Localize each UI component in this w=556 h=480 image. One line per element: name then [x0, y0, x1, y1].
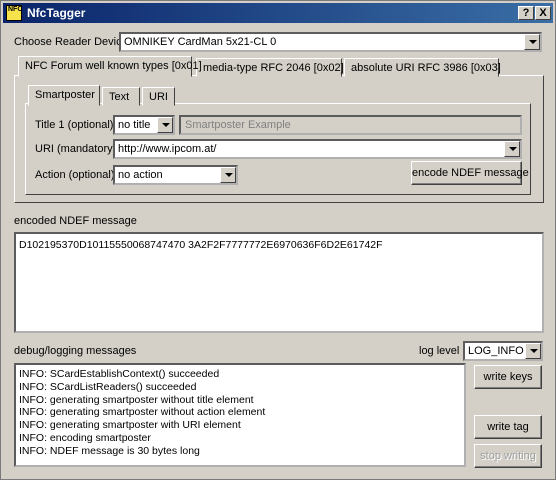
write-tag-button[interactable]: write tag [474, 415, 542, 439]
tab-label: Smartposter [35, 89, 95, 101]
log-line: INFO: encoding smartposter [19, 431, 151, 444]
tab-label: Text [109, 91, 130, 103]
tab-media-type[interactable]: media-type RFC 2046 [0x02] [196, 58, 344, 77]
chevron-down-icon[interactable] [524, 34, 540, 50]
encoded-label: encoded NDEF message [14, 215, 137, 227]
write-keys-button[interactable]: write keys [474, 365, 542, 389]
encoded-message-box[interactable]: D102195370D10115550068747470 3A2F2F77777… [14, 232, 544, 333]
title-placeholder: Smartposter Example [185, 119, 291, 131]
uri-value: http://www.ipcom.at/ [118, 143, 217, 155]
tab-label: NFC Forum well known types [0x01] [25, 60, 202, 72]
title-mode-select[interactable]: no title [113, 115, 175, 135]
encode-ndef-button[interactable]: encode NDEF message [411, 161, 529, 185]
tab-text[interactable]: Text [102, 87, 140, 106]
log-level-select[interactable]: LOG_INFO [463, 341, 543, 361]
log-line: INFO: generating smartposter without tit… [19, 393, 254, 406]
tab-uri[interactable]: URI [142, 87, 175, 106]
log-messages-box[interactable]: INFO: SCardEstablishContext() succeeded … [14, 363, 466, 467]
reader-value: OMNIKEY CardMan 5x21-CL 0 [124, 36, 277, 48]
reader-label: Choose Reader Device [14, 36, 128, 48]
log-level-value: LOG_INFO [468, 345, 524, 357]
log-line: INFO: SCardEstablishContext() succeeded [19, 368, 220, 380]
app-window: NFC NfcTagger ? X Choose Reader Device O… [0, 0, 556, 480]
tab-label: absolute URI RFC 3986 [0x03] [351, 62, 501, 74]
window-title: NfcTagger [27, 6, 86, 20]
encoded-message-text: D102195370D10115550068747470 3A2F2F77777… [19, 239, 383, 251]
tab-label: media-type RFC 2046 [0x02] [203, 62, 344, 74]
help-button[interactable]: ? [518, 6, 534, 20]
chevron-down-icon[interactable] [525, 343, 541, 359]
close-button[interactable]: X [535, 6, 551, 20]
chevron-down-icon[interactable] [504, 141, 520, 157]
title-label: Title 1 (optional) [35, 119, 114, 131]
log-line: INFO: generating smartposter without act… [19, 406, 266, 419]
title-mode-value: no title [118, 119, 151, 131]
chevron-down-icon[interactable] [157, 117, 173, 133]
log-line: INFO: generating smartposter with URI el… [19, 419, 241, 432]
tab-well-known[interactable]: NFC Forum well known types [0x01] [18, 56, 202, 77]
stop-writing-button[interactable]: stop writing [474, 444, 542, 468]
log-line: INFO: NDEF message is 30 bytes long [19, 444, 200, 457]
debug-label: debug/logging messages [14, 345, 137, 357]
tab-label: URI [149, 91, 168, 103]
chevron-down-icon[interactable] [220, 167, 236, 183]
tab-smartposter[interactable]: Smartposter [28, 85, 100, 106]
title-input[interactable]: Smartposter Example [179, 115, 522, 135]
action-value: no action [118, 169, 163, 181]
log-level-label: log level [419, 345, 460, 357]
action-label: Action (optional) [35, 169, 115, 181]
nfc-logo-icon: NFC [6, 5, 22, 21]
log-lines: INFO: SCardEstablishContext() succeeded … [19, 368, 265, 458]
title-bar[interactable]: NFC NfcTagger ? X [3, 3, 553, 23]
uri-input[interactable]: http://www.ipcom.at/ [113, 139, 522, 159]
log-line: INFO: SCardListReaders() succeeded [19, 380, 197, 393]
uri-label: URI (mandatory) [35, 143, 117, 155]
reader-select[interactable]: OMNIKEY CardMan 5x21-CL 0 [119, 32, 542, 52]
action-select[interactable]: no action [113, 165, 238, 185]
tab-absolute-uri[interactable]: absolute URI RFC 3986 [0x03] [344, 58, 501, 77]
